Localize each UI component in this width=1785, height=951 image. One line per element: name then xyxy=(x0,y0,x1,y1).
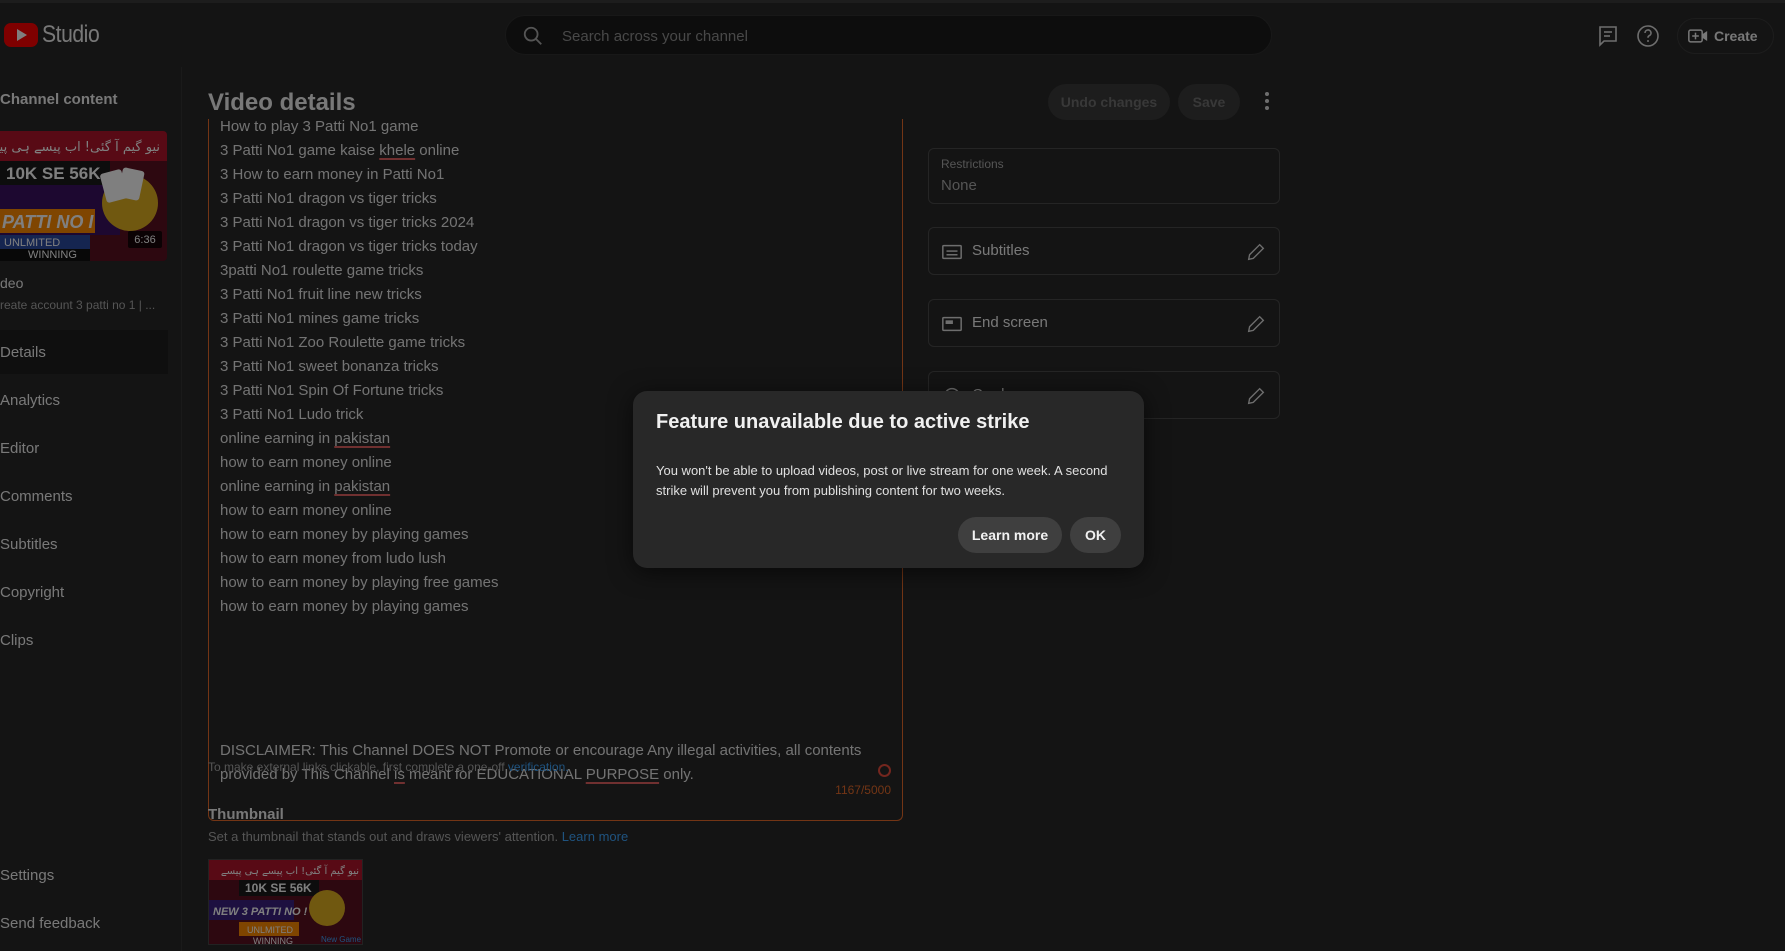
strike-dialog: Feature unavailable due to active strike… xyxy=(633,391,1144,568)
learn-more-button[interactable]: Learn more xyxy=(958,517,1062,553)
dialog-title: Feature unavailable due to active strike xyxy=(656,411,1030,433)
ok-button[interactable]: OK xyxy=(1070,517,1121,553)
dialog-body: You won't be able to upload videos, post… xyxy=(656,463,1108,498)
